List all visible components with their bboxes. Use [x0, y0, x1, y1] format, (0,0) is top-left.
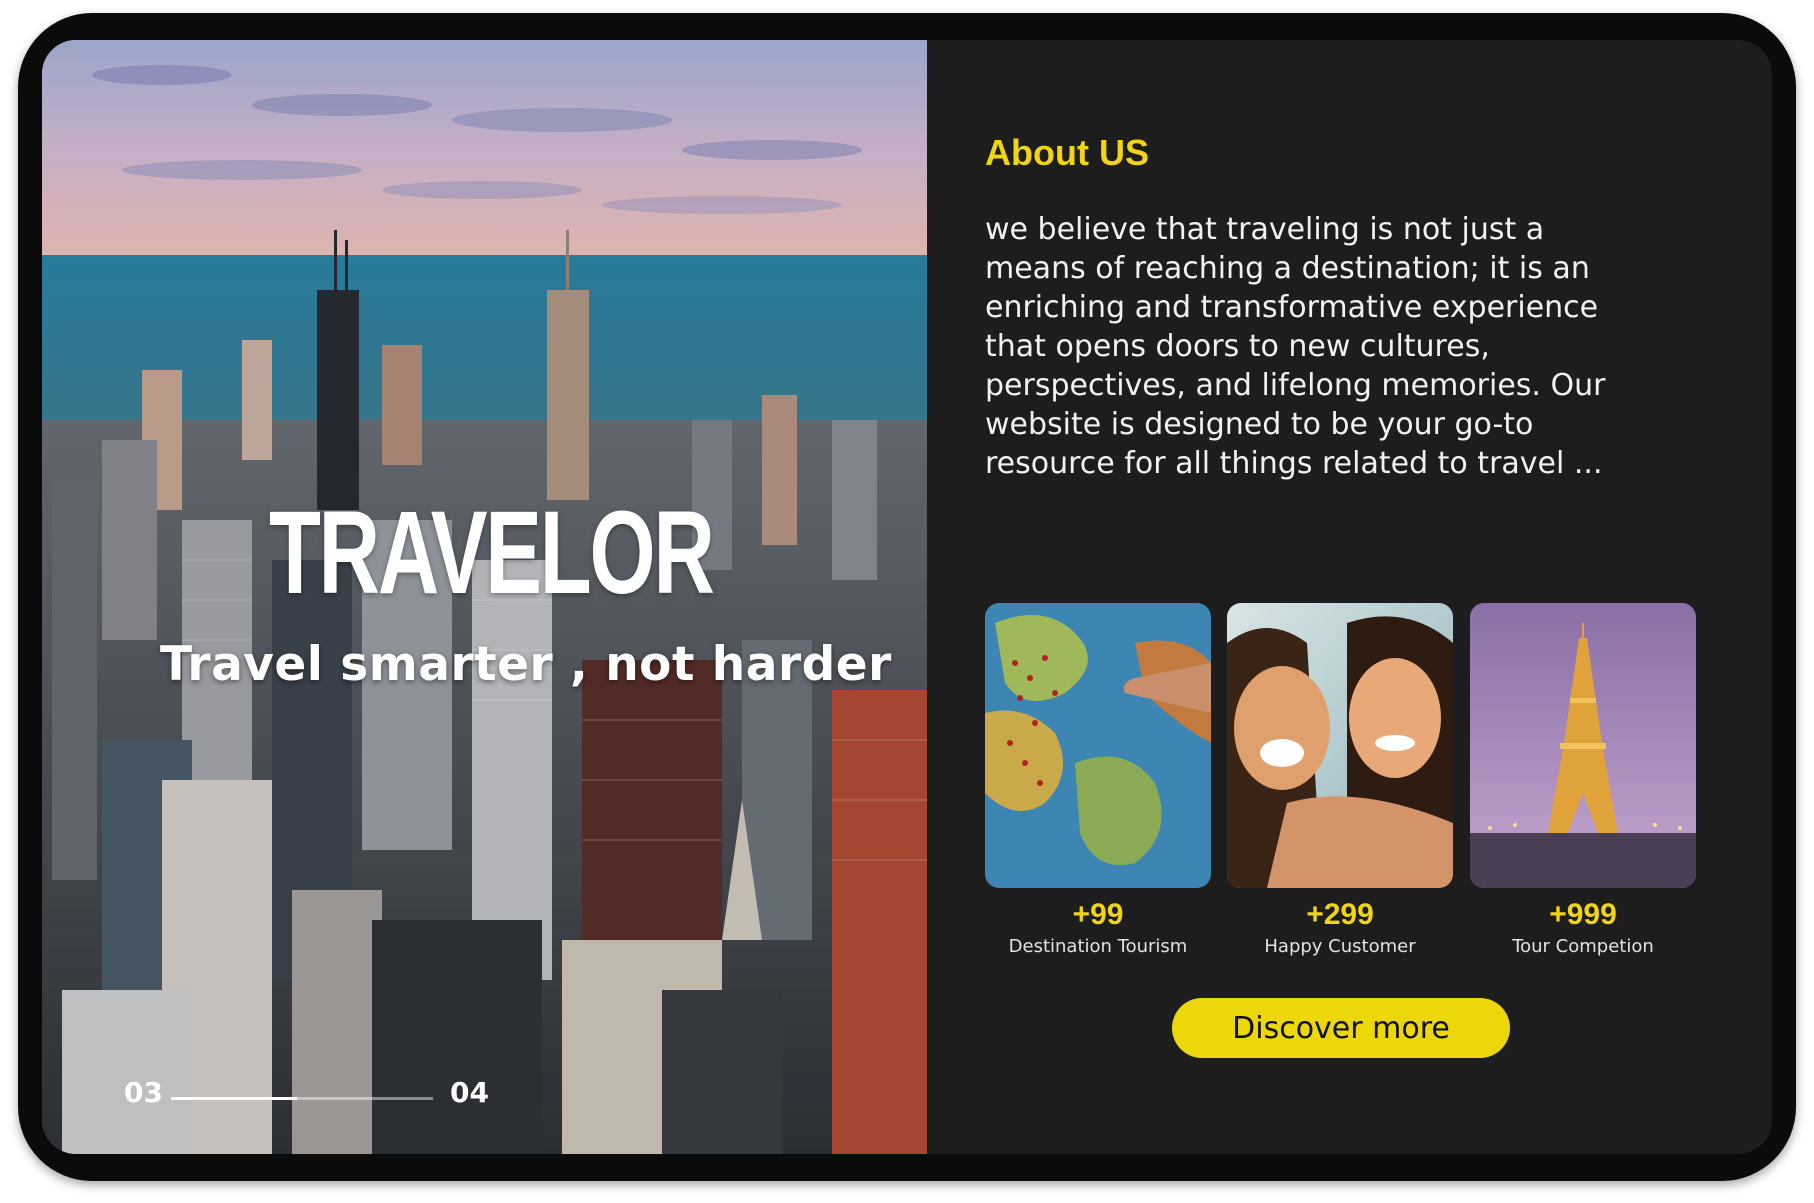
hero-tagline: Travel smarter , not harder — [160, 637, 892, 692]
stat-card-tours[interactable] — [1470, 603, 1696, 888]
world-map-photo — [985, 603, 1211, 888]
stat-card-customers[interactable] — [1227, 603, 1453, 888]
slide-next-index[interactable]: 04 — [450, 1076, 489, 1109]
stat-label-destination: Destination Tourism — [1008, 936, 1188, 957]
about-title: About US — [985, 132, 1149, 173]
hero-title: TRAVELOR — [268, 487, 715, 619]
stat-value-customers: +299 — [1306, 898, 1374, 931]
slide-current-index[interactable]: 03 — [124, 1076, 163, 1109]
tablet-frame: TRAVELOR Travel smarter , not harder 03 … — [18, 13, 1796, 1181]
slide-progress-track[interactable] — [171, 1097, 433, 1100]
stat-card-destination[interactable] — [985, 603, 1211, 888]
discover-more-button[interactable]: Discover more — [1172, 998, 1510, 1058]
hero-section: TRAVELOR Travel smarter , not harder 03 … — [42, 40, 927, 1154]
stat-value-tours: +999 — [1549, 898, 1617, 931]
screen: TRAVELOR Travel smarter , not harder 03 … — [42, 40, 1772, 1154]
stat-label-tours: Tour Competion — [1512, 936, 1654, 957]
eiffel-tower-photo — [1470, 603, 1696, 888]
stat-label-customers: Happy Customer — [1264, 936, 1416, 957]
about-description: we believe that traveling is not just a … — [985, 212, 1606, 481]
slide-progress-fill — [171, 1097, 297, 1100]
stat-value-destination: +99 — [1072, 898, 1124, 931]
smiling-friends-photo — [1227, 603, 1453, 888]
